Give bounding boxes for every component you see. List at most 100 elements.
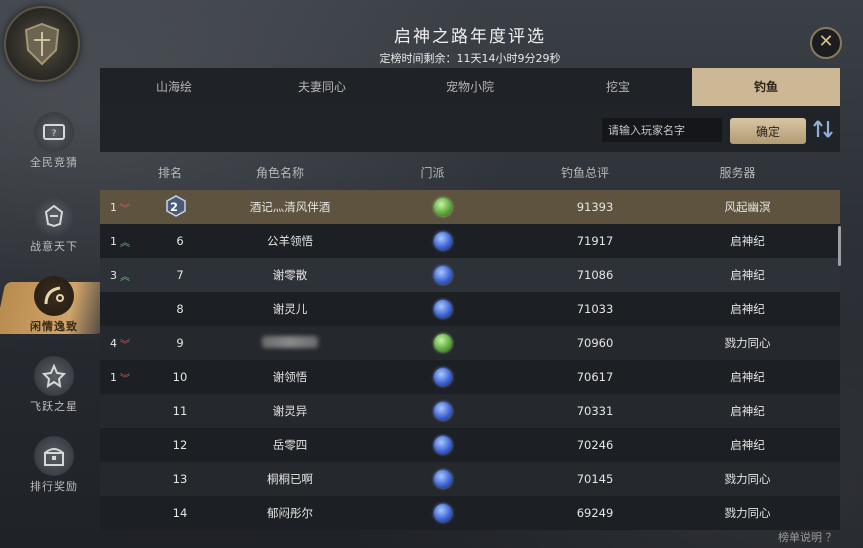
faction-green-icon [433, 198, 452, 216]
player-name: 谢灵儿 [272, 302, 308, 316]
sidebar: ? 全民竞猜 战意天下 闲情逸致 飞跃之星 排行奖励 [0, 0, 124, 548]
rank-down-icon: ︾ [120, 339, 130, 351]
rank-change-value: 1 [110, 234, 117, 248]
sidebar-item-rewards[interactable]: 排行奖励 [14, 436, 94, 500]
player-name: 郁闷彤尔 [267, 506, 313, 520]
player-name: 酒记灬清风伴酒 [249, 200, 331, 214]
rank-change-value: 1 [110, 370, 117, 384]
faction-blue-icon [433, 266, 452, 284]
header-score: 钓鱼总评 [560, 166, 609, 180]
player-search-input[interactable] [602, 118, 722, 142]
redacted-name [262, 335, 318, 348]
countdown-text: 定榜时间剩余：11天14小时9分29秒 [379, 52, 561, 65]
sidebar-item-label: 闲情逸致 [30, 320, 78, 333]
svg-text:?: ? [52, 129, 57, 139]
sidebar-item-star[interactable]: 飞跃之星 [14, 356, 94, 420]
sidebar-item-leisure[interactable]: 闲情逸致 [0, 276, 124, 340]
player-name: 谢领悟 [272, 370, 308, 384]
rank-change: 3 ︽ [100, 268, 150, 283]
server-name: 戮力同心 [724, 506, 771, 520]
player-name: 桐桐已啊 [267, 472, 313, 486]
sidebar-item-label: 排行奖励 [30, 480, 78, 493]
fishing-rod-icon [34, 276, 74, 316]
faction-cell [370, 232, 515, 250]
server-name: 戮力同心 [724, 336, 771, 350]
rank-change: 1 ︾ [100, 370, 150, 385]
server-name: 戮力同心 [724, 472, 771, 486]
table-row[interactable]: 3 ︽ 7 谢零散 71086 启神纪 [100, 258, 840, 292]
table-header: 排名 角色名称 门派 钓鱼总评 服务器 [100, 158, 840, 188]
table-row[interactable]: 4 ︾ 9 70960 戮力同心 [100, 326, 840, 360]
scrollbar-thumb[interactable] [838, 226, 841, 266]
tab-fishing[interactable]: 钓鱼 [692, 68, 840, 106]
table-row[interactable]: 13 桐桐已啊 70145 戮力同心 [100, 462, 840, 496]
ranking-panel: 启神之路年度评选 定榜时间剩余：11天14小时9分29秒 山海绘 夫妻同心 宠物… [100, 16, 840, 548]
fishing-score: 71033 [576, 302, 614, 316]
rank-cell: 8 [176, 302, 184, 316]
table-row[interactable]: 14 郁闷彤尔 69249 戮力同心 [100, 496, 840, 530]
ranking-help-link[interactable]: 榜单说明 ？ [778, 529, 837, 545]
ranking-table: 1 ︾ 2 酒记灬清风伴酒 91393 风起幽溟 1 ︽ 6 公羊领悟 71917 启神纪 3 ︽ 7 谢零散… [100, 190, 840, 544]
table-row[interactable]: 8 谢灵儿 71033 启神纪 [100, 292, 840, 326]
category-tabs: 山海绘 夫妻同心 宠物小院 挖宝 钓鱼 [100, 68, 840, 106]
swap-arrows-icon[interactable] [812, 118, 834, 140]
guild-emblem [4, 6, 80, 82]
rank-change-value: 1 [110, 200, 117, 214]
fishing-score: 70617 [576, 370, 614, 384]
ticket-icon: ? [34, 112, 74, 152]
star-icon [34, 356, 74, 396]
rank-up-icon: ︽ [120, 271, 130, 283]
server-name: 启神纪 [730, 438, 765, 452]
faction-green-icon [433, 334, 452, 352]
table-row[interactable]: 12 岳零四 70246 启神纪 [100, 428, 840, 462]
server-name: 启神纪 [730, 404, 765, 418]
helmet-icon [34, 196, 74, 236]
faction-cell [370, 300, 515, 318]
header-faction: 门派 [420, 166, 445, 180]
rank-cell: 10 [172, 370, 188, 384]
header-server: 服务器 [719, 166, 756, 180]
player-name: 公羊领悟 [267, 234, 313, 248]
fishing-score: 70246 [576, 438, 614, 452]
faction-cell [370, 334, 515, 352]
page-title: 启神之路年度评选 [394, 27, 546, 47]
fishing-score: 70145 [576, 472, 614, 486]
faction-blue-icon [433, 504, 452, 522]
shield-icon [24, 22, 60, 66]
sidebar-item-quiz[interactable]: ? 全民竞猜 [14, 112, 94, 176]
rank-down-icon: ︾ [120, 203, 130, 215]
tab-couple[interactable]: 夫妻同心 [248, 68, 396, 106]
rank-up-icon: ︽ [120, 237, 130, 249]
title-bar: 启神之路年度评选 定榜时间剩余：11天14小时9分29秒 [100, 16, 840, 68]
fishing-score: 71086 [576, 268, 614, 282]
faction-blue-icon [433, 436, 452, 454]
rank-number: 2 [169, 199, 178, 214]
rank-change-value: 3 [110, 268, 117, 282]
rank-down-icon: ︾ [120, 373, 130, 385]
rank-change-value: 4 [110, 336, 117, 350]
rank-cell: 14 [172, 506, 188, 520]
tab-pet-yard[interactable]: 宠物小院 [396, 68, 544, 106]
search-row: 确定 [100, 106, 840, 152]
tab-treasure[interactable]: 挖宝 [544, 68, 692, 106]
faction-cell [370, 470, 515, 488]
close-button[interactable]: ✕ [810, 27, 842, 59]
faction-cell [370, 368, 515, 386]
table-row[interactable]: 1 ︾ 2 酒记灬清风伴酒 91393 风起幽溟 [100, 190, 840, 224]
header-name: 角色名称 [255, 166, 304, 180]
sidebar-item-battle[interactable]: 战意天下 [14, 196, 94, 260]
rank-cell: 12 [172, 438, 188, 452]
table-row[interactable]: 1 ︾ 10 谢领悟 70617 启神纪 [100, 360, 840, 394]
faction-cell [370, 436, 515, 454]
sidebar-item-label: 飞跃之星 [30, 400, 78, 413]
confirm-button[interactable]: 确定 [730, 118, 806, 144]
player-name: 谢零散 [272, 268, 308, 282]
table-row[interactable]: 1 ︽ 6 公羊领悟 71917 启神纪 [100, 224, 840, 258]
header-rank: 排名 [157, 166, 182, 180]
faction-cell [370, 198, 515, 216]
tab-shanhaihui[interactable]: 山海绘 [100, 68, 248, 106]
sidebar-item-label: 战意天下 [30, 240, 78, 253]
fishing-score: 71917 [576, 234, 614, 248]
table-row[interactable]: 11 谢灵异 70331 启神纪 [100, 394, 840, 428]
faction-blue-icon [433, 300, 452, 318]
